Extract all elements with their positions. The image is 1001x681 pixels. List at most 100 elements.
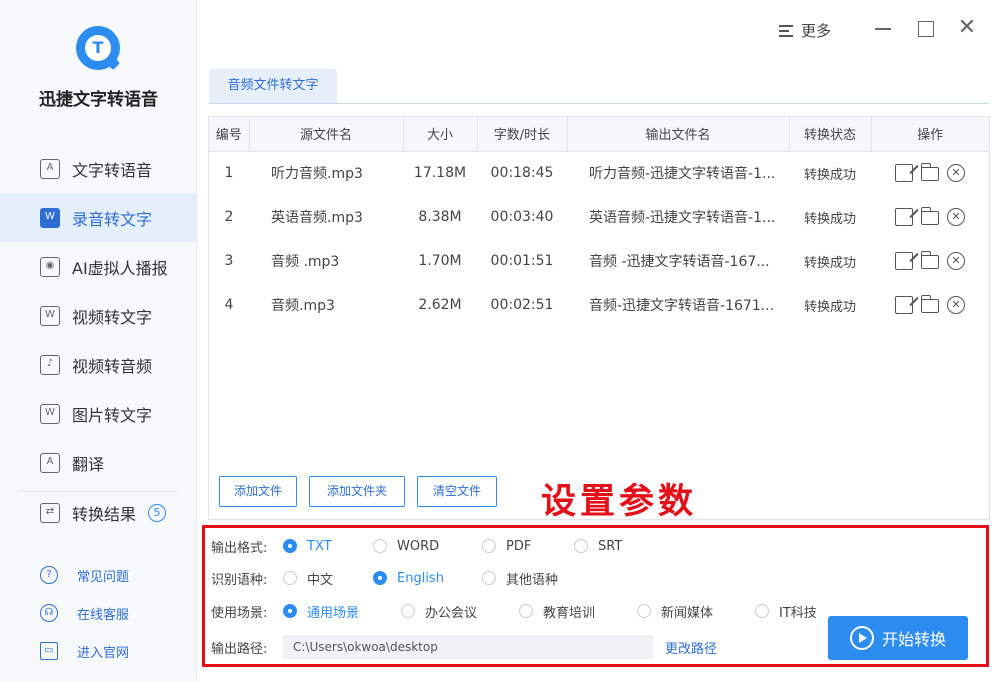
- path-row: 输出路径: C:\Users\okwoa\desktop 更改路径: [211, 635, 717, 659]
- language-option-other[interactable]: 其他语种: [482, 569, 592, 588]
- close-button[interactable]: ✕: [957, 17, 977, 39]
- minimize-button[interactable]: [873, 18, 893, 38]
- table-row[interactable]: 3 音频 .mp3 1.70M 00:01:51 音频 -迅捷文字转语音-167…: [209, 239, 989, 283]
- scene-option-it[interactable]: IT科技: [755, 602, 835, 621]
- radio-icon: [401, 604, 415, 618]
- delete-icon[interactable]: ✕: [947, 296, 965, 314]
- help-icon: ?: [40, 566, 58, 584]
- format-option-word[interactable]: WORD: [373, 539, 482, 554]
- sidebar-item-results[interactable]: ⇄ 转换结果 5: [0, 490, 197, 536]
- row-no: 1: [224, 165, 234, 182]
- table-row[interactable]: 4 音频.mp3 2.62M 00:02:51 音频-迅捷文字转语音-1671.…: [209, 283, 989, 327]
- language-option-chinese[interactable]: 中文: [283, 569, 373, 588]
- path-label: 输出路径:: [211, 641, 268, 657]
- row-size: 2.62M: [418, 297, 462, 313]
- sidebar-item-video-to-audio[interactable]: ♪ 视频转音频: [0, 340, 197, 389]
- row-actions: ✕: [871, 283, 989, 327]
- row-no: 3: [224, 253, 234, 269]
- scene-option-meeting[interactable]: 办公会议: [401, 602, 519, 621]
- file-action-buttons: 添加文件 添加文件夹 清空文件: [219, 476, 497, 507]
- row-actions: ✕: [871, 195, 989, 239]
- clear-files-button[interactable]: 清空文件: [417, 476, 497, 507]
- output-path-field[interactable]: C:\Users\okwoa\desktop: [283, 635, 653, 659]
- more-menu-button[interactable]: 更多: [779, 20, 831, 41]
- language-option-english[interactable]: English: [373, 571, 482, 586]
- tab-underline: [209, 103, 989, 104]
- radio-icon: [755, 604, 769, 618]
- add-folder-button[interactable]: 添加文件夹: [309, 476, 405, 507]
- tab-audio-to-text[interactable]: 音频文件转文字: [209, 69, 337, 103]
- scene-option-education[interactable]: 教育培训: [519, 602, 637, 621]
- radio-icon: [283, 539, 297, 553]
- delete-icon[interactable]: ✕: [947, 252, 965, 270]
- sidebar-item-ai-avatar[interactable]: ◉ AI虚拟人播报: [0, 242, 197, 291]
- menu-icon: [779, 24, 793, 37]
- folder-icon[interactable]: [921, 251, 939, 269]
- website-link[interactable]: ▭ 进入官网: [40, 632, 129, 670]
- language-row: 识别语种: 中文 English 其他语种: [211, 567, 592, 589]
- sidebar-item-recording-to-text[interactable]: W 录音转文字: [0, 193, 197, 242]
- edit-icon[interactable]: [895, 208, 913, 226]
- language-option-label: 其他语种: [506, 572, 559, 588]
- faq-link[interactable]: ? 常见问题: [40, 556, 129, 594]
- start-convert-button[interactable]: 开始转换: [828, 616, 968, 660]
- format-option-pdf[interactable]: PDF: [482, 539, 574, 554]
- scene-option-label: 教育培训: [543, 605, 596, 621]
- app-title: 迅捷文字转语音: [39, 90, 158, 110]
- scene-option-media[interactable]: 新闻媒体: [637, 602, 755, 621]
- sidebar-item-label: 图片转文字: [72, 405, 153, 425]
- window-titlebar: 更多 ✕: [197, 0, 1001, 60]
- language-label: 识别语种:: [211, 572, 268, 588]
- format-option-txt[interactable]: TXT: [283, 539, 373, 554]
- edit-icon[interactable]: [895, 252, 913, 270]
- sidebar-item-label: 视频转音频: [72, 356, 153, 376]
- radio-icon: [482, 571, 496, 585]
- format-option-srt[interactable]: SRT: [574, 539, 654, 554]
- row-duration: 00:01:51: [490, 253, 554, 269]
- maximize-button[interactable]: [915, 18, 935, 38]
- row-duration: 00:02:51: [490, 297, 554, 313]
- sidebar-item-label: 录音转文字: [72, 209, 153, 229]
- website-label: 进入官网: [77, 645, 130, 661]
- more-label: 更多: [801, 22, 832, 40]
- sidebar-item-text-to-speech[interactable]: A 文字转语音: [0, 144, 197, 193]
- folder-icon[interactable]: [921, 207, 939, 225]
- add-file-button[interactable]: 添加文件: [219, 476, 297, 507]
- change-path-link[interactable]: 更改路径: [665, 638, 717, 657]
- sidebar-nav: A 文字转语音 W 录音转文字 ◉ AI虚拟人播报 W 视频转文字 ♪ 视频转音…: [0, 144, 197, 487]
- support-link[interactable]: ☊ 在线客服: [40, 594, 129, 632]
- results-icon: ⇄: [40, 503, 60, 523]
- sidebar-item-image-to-text[interactable]: W 图片转文字: [0, 389, 197, 438]
- folder-icon[interactable]: [921, 295, 939, 313]
- sidebar-item-translate[interactable]: A 翻译: [0, 438, 197, 487]
- sidebar-item-label: 视频转文字: [72, 307, 153, 327]
- format-option-label: TXT: [307, 538, 332, 554]
- folder-icon[interactable]: [921, 163, 939, 182]
- col-header-size: 大小: [403, 117, 478, 152]
- row-output-name: 英语音频-迅捷文字转语音-1...: [589, 210, 776, 226]
- format-option-label: PDF: [506, 538, 532, 554]
- scene-option-general[interactable]: 通用场景: [283, 602, 401, 621]
- support-label: 在线客服: [77, 607, 130, 623]
- table-row[interactable]: 2 英语音频.mp3 8.38M 00:03:40 英语音频-迅捷文字转语音-1…: [209, 195, 989, 239]
- sidebar-item-label: 翻译: [72, 454, 105, 474]
- row-output-name: 听力音频-迅捷文字转语音-1...: [589, 166, 776, 183]
- edit-icon[interactable]: [895, 164, 913, 183]
- edit-icon[interactable]: [895, 296, 913, 314]
- delete-icon[interactable]: ✕: [947, 208, 965, 226]
- play-icon: [849, 626, 874, 650]
- row-size: 8.38M: [418, 209, 462, 225]
- sidebar-item-video-to-text[interactable]: W 视频转文字: [0, 291, 197, 340]
- delete-icon[interactable]: ✕: [947, 164, 965, 183]
- col-header-status: 转换状态: [789, 117, 872, 152]
- recording-to-text-icon: W: [40, 207, 60, 228]
- table-row[interactable]: 1 听力音频.mp3 17.18M 00:18:45 听力音频-迅捷文字转语音-…: [209, 151, 989, 195]
- row-size: 1.70M: [418, 253, 462, 269]
- headset-icon: ☊: [40, 604, 58, 622]
- ai-avatar-icon: ◉: [40, 256, 60, 277]
- text-to-speech-icon: A: [40, 158, 60, 179]
- scene-option-label: 新闻媒体: [661, 605, 714, 621]
- row-size: 17.18M: [413, 165, 467, 182]
- row-no: 4: [224, 297, 234, 313]
- row-source-name: 音频.mp3: [271, 298, 335, 314]
